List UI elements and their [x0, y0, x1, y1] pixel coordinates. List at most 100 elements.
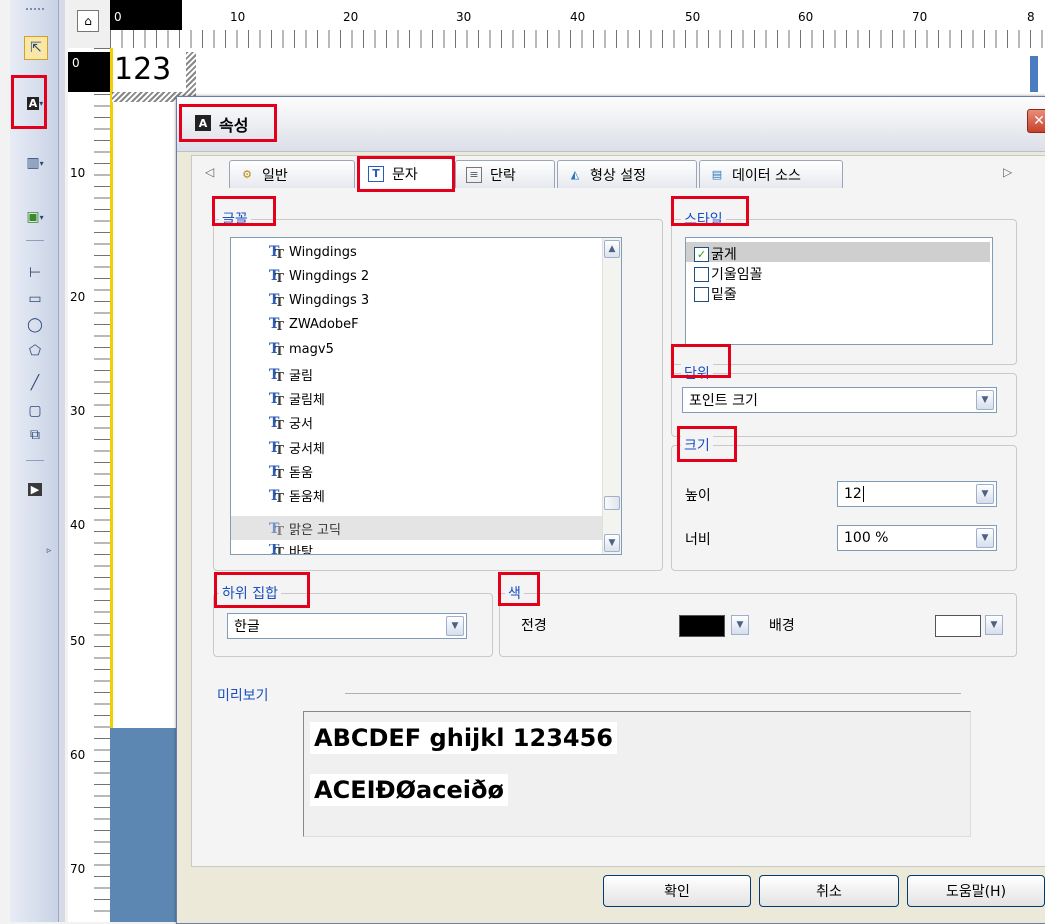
expand-icon[interactable]: ▹ [38, 540, 60, 562]
unit-group-title: 단위 [681, 363, 713, 383]
truetype-icon: TT [269, 439, 284, 457]
tab-general[interactable]: ⚙ 일반 [229, 160, 355, 188]
ruler-left-label: 60 [70, 748, 86, 762]
text-properties-icon: A [195, 115, 211, 131]
select-arrow-icon[interactable]: ⇱ [24, 36, 48, 60]
properties-dialog: A 속성 ✕ ◁ ▷ ⚙ 일반 T 문자 ≡ 단락 ◭ 형상 설정 ▤ 데이터 … [176, 96, 1045, 924]
style-bold-checkbox[interactable]: ✓ 굵게 [694, 244, 737, 264]
scroll-thumb[interactable] [604, 496, 620, 510]
shape-icon: ◭ [570, 168, 580, 181]
font-item[interactable]: T T ZWAdobeF [269, 316, 359, 333]
style-underline-checkbox[interactable]: 밑줄 [694, 284, 737, 304]
chevron-down-icon[interactable]: ▼ [446, 616, 464, 636]
scroll-up-icon[interactable]: ▲ [604, 240, 620, 258]
preview-line-2: ACEIĐØaceiðø [310, 774, 508, 806]
preview-box: ABCDEF ghijkl 123456 ACEIĐØaceiðø [303, 711, 971, 837]
height-field[interactable]: 12 ▼ [837, 481, 997, 507]
grip-handle[interactable] [26, 8, 44, 14]
barcode-tool-icon[interactable]: ▥ ▾ [24, 152, 46, 174]
cancel-button[interactable]: 취소 [759, 875, 899, 907]
tab-shape-settings[interactable]: ◭ 형상 설정 [557, 160, 697, 188]
truetype-icon: TT [269, 463, 284, 481]
canvas-text-object[interactable]: 123 [114, 52, 171, 87]
height-label: 높이 [685, 488, 711, 504]
chevron-down-icon[interactable]: ▼ [976, 528, 994, 548]
help-button[interactable]: 도움말(H) [907, 875, 1045, 907]
diagonal-line-tool-icon[interactable]: ╱ [24, 372, 46, 394]
ruler-top-label: 8 [1027, 10, 1035, 24]
tab-label: 단락 [490, 167, 516, 184]
ok-button[interactable]: 확인 [603, 875, 751, 907]
font-item[interactable]: T T Wingdings 2 [269, 268, 369, 285]
size-group-title: 크기 [681, 435, 713, 455]
shapes-tool-icon[interactable]: ⧉ [24, 424, 46, 446]
tab-character[interactable]: T 문자 [357, 158, 453, 188]
checkmark-icon: ✓ [694, 246, 709, 262]
chevron-down-icon[interactable]: ▼ [976, 390, 994, 410]
close-button[interactable]: ✕ [1027, 109, 1045, 133]
chevron-down-icon[interactable]: ▼ [976, 484, 994, 504]
width-field[interactable]: 100 % ▼ [837, 525, 997, 551]
rectangle-tool-icon[interactable]: ▭ [24, 288, 46, 310]
ruler-top-label: 50 [685, 10, 701, 24]
ruler-left-label: 0 [72, 56, 80, 70]
background-color-swatch[interactable] [935, 615, 981, 637]
font-item[interactable]: T T 돋움 [269, 462, 313, 482]
polygon-tool-icon[interactable]: ⬠ [24, 340, 46, 362]
truetype-icon: TT [269, 390, 284, 408]
font-item-selected[interactable]: T T 맑은 고딕 [269, 519, 341, 539]
tab-data-source[interactable]: ▤ 데이터 소스 [699, 160, 843, 188]
ruler-left-label: 40 [70, 518, 86, 532]
gear-icon: ⚙ [242, 168, 252, 181]
preview-line-1: ABCDEF ghijkl 123456 [310, 722, 618, 754]
subset-select[interactable]: 한글 ▼ [227, 613, 467, 639]
truetype-icon: TT [269, 520, 284, 538]
text-tool-icon[interactable]: A ▾ [24, 92, 46, 114]
home-icon[interactable]: ⌂ [77, 10, 99, 32]
ellipse-tool-icon[interactable]: ◯ [24, 314, 46, 336]
foreground-label: 전경 [521, 618, 547, 634]
ruler-corner[interactable]: ⌂ [68, 0, 111, 49]
font-item[interactable]: T Tmagv5 [269, 341, 334, 358]
line-tool-icon[interactable]: ⊢ [24, 262, 46, 284]
tab-scroll-left-icon[interactable]: ◁ [205, 165, 214, 179]
rounded-rect-tool-icon[interactable]: ▢ [24, 400, 46, 422]
tab-scroll-right-icon[interactable]: ▷ [1003, 165, 1012, 179]
preview-title: 미리보기 [217, 688, 269, 704]
truetype-icon: TT [269, 268, 284, 285]
font-item[interactable]: T T Wingdings 3 [269, 292, 369, 309]
tool-palette: ⇱ A ▾ ▥ ▾ ▣ ▾ ⊢ ▭ ◯ ⬠ ╱ ▢ ⧉ ▶ ▹ [10, 0, 59, 922]
ruler-top-label: 10 [230, 10, 246, 24]
font-item[interactable]: T T Wingdings [269, 244, 357, 261]
color-group-title: 색 [505, 583, 524, 603]
selection-handle[interactable] [186, 52, 196, 92]
foreground-color-swatch[interactable] [679, 615, 725, 637]
subset-group-title: 하위 집합 [219, 583, 281, 603]
dialog-titlebar[interactable]: A 속성 [177, 97, 1045, 152]
font-item[interactable]: T T 궁서체 [269, 438, 325, 458]
font-item[interactable]: T T 궁서 [269, 413, 313, 433]
image-tool-icon[interactable]: ▣ ▾ [24, 206, 46, 228]
font-item[interactable]: T T 굴림체 [269, 389, 325, 409]
font-item[interactable]: T T 돋움체 [269, 486, 325, 506]
ruler-left-label: 30 [70, 404, 86, 418]
style-listbox[interactable]: ✓ 굵게 기울임꼴 밑줄 [685, 237, 993, 345]
unit-select[interactable]: 포인트 크기 ▼ [682, 387, 997, 413]
font-listbox[interactable]: T T Wingdings T T Wingdings 2 T T Wingdings 3 … [230, 237, 622, 555]
font-list-scrollbar[interactable]: ▲ ▼ [602, 238, 621, 554]
tab-paragraph[interactable]: ≡ 단락 [455, 160, 555, 188]
style-italic-checkbox[interactable]: 기울임꼴 [694, 264, 763, 284]
pointer-tool-icon[interactable]: ▶ [24, 478, 46, 500]
truetype-icon: TT [269, 487, 284, 505]
ruler-top-label: 40 [570, 10, 586, 24]
truetype-icon: TT [269, 244, 284, 261]
paragraph-icon: ≡ [466, 166, 482, 183]
font-item[interactable]: T T 바탕 [269, 544, 313, 555]
font-item[interactable]: T T 굴림 [269, 365, 313, 385]
chevron-down-icon[interactable]: ▼ [731, 615, 749, 635]
scroll-down-icon[interactable]: ▼ [604, 534, 620, 552]
truetype-icon: TT [269, 544, 284, 555]
ruler-left-label: 20 [70, 290, 86, 304]
ruler-top: 0 10 20 30 40 50 60 70 8 [110, 0, 1045, 49]
chevron-down-icon[interactable]: ▼ [985, 615, 1003, 635]
